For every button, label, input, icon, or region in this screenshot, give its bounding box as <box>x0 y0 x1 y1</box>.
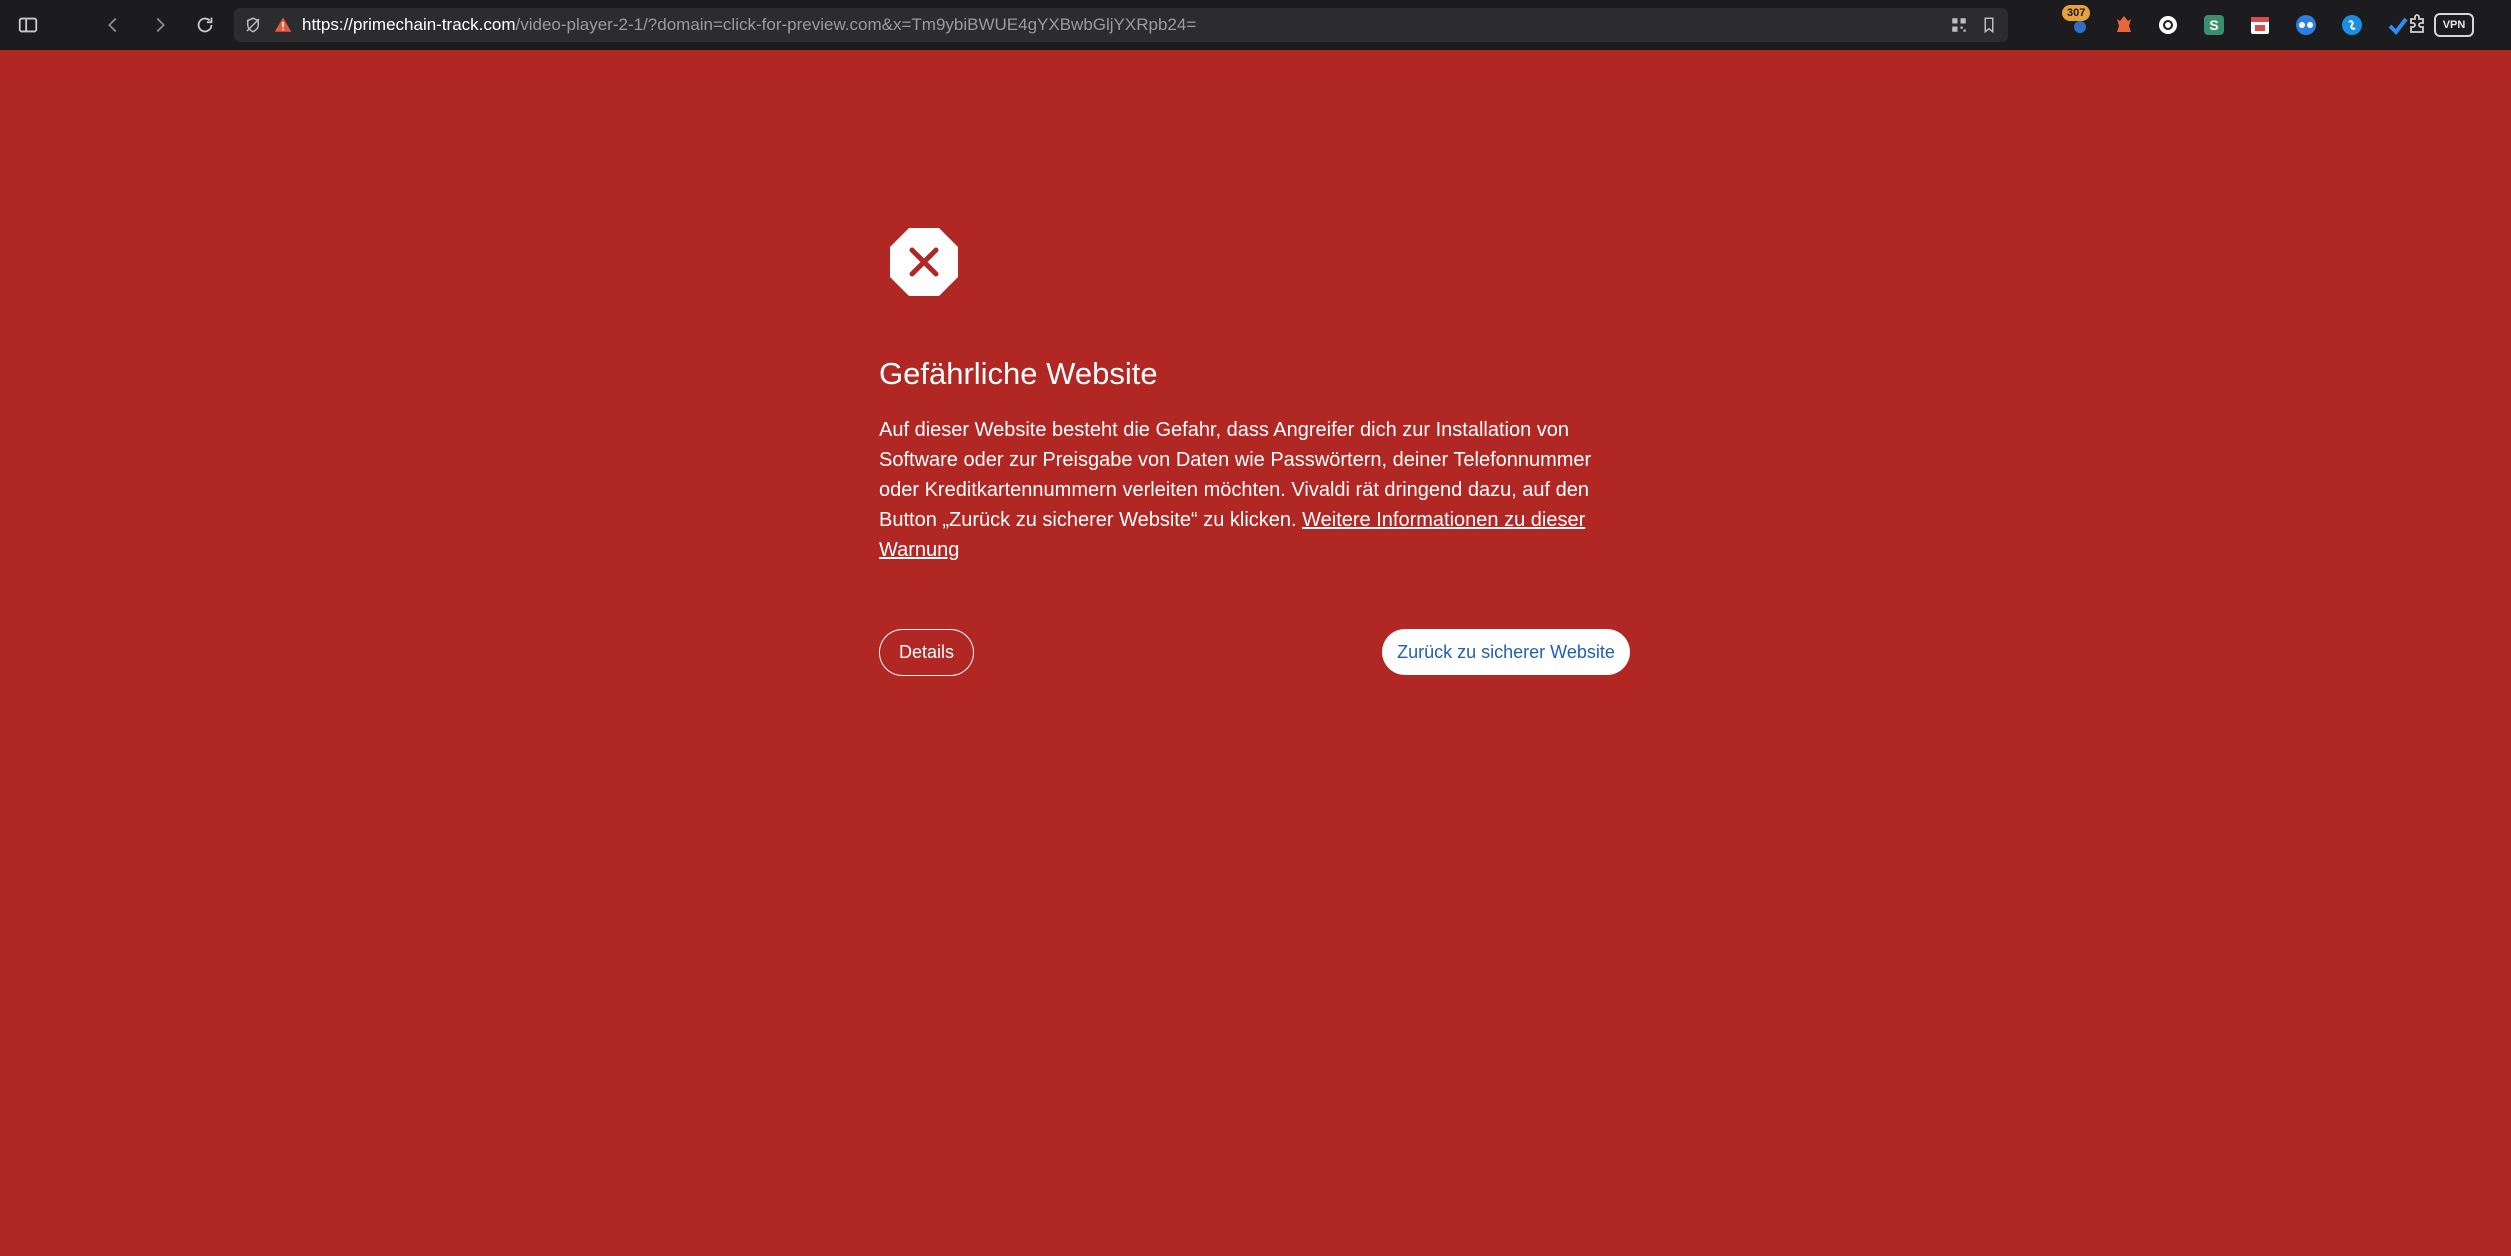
tracker-block-icon[interactable] <box>242 14 264 36</box>
panel-toggle-icon[interactable] <box>10 7 46 43</box>
extensions-puzzle-icon[interactable] <box>2404 11 2432 39</box>
url-text[interactable]: https://primechain-track.com/video-playe… <box>302 8 1196 42</box>
qr-code-icon[interactable] <box>1948 14 1970 36</box>
extension-glasses-icon[interactable] <box>2292 11 2320 39</box>
reload-icon[interactable] <box>187 7 223 43</box>
vpn-button[interactable]: VPN <box>2434 13 2474 37</box>
url-host: https://primechain-track.com <box>302 15 516 34</box>
forward-icon[interactable] <box>142 7 178 43</box>
warning-description: Auf dieser Website besteht die Gefahr, d… <box>879 415 1619 565</box>
browser-toolbar: https://primechain-track.com/video-playe… <box>0 0 2511 50</box>
extension-calendar-icon[interactable] <box>2246 11 2274 39</box>
back-to-safety-button[interactable]: Zurück zu sicherer Website <box>1382 629 1630 675</box>
extension-badge: 307 <box>2062 5 2091 21</box>
warning-triangle-icon[interactable] <box>272 14 294 36</box>
bookmark-icon[interactable] <box>1978 14 2000 36</box>
url-path: /video-player-2-1/?domain=click-for-prev… <box>515 15 1197 34</box>
back-icon[interactable] <box>95 7 131 43</box>
extension-s-icon[interactable]: S <box>2200 11 2228 39</box>
extension-shazam-icon[interactable] <box>2338 11 2366 39</box>
details-button[interactable]: Details <box>879 629 974 676</box>
extension-lens-icon[interactable] <box>2154 11 2182 39</box>
svg-text:S: S <box>2209 17 2218 33</box>
address-bar[interactable]: https://primechain-track.com/video-playe… <box>234 8 2008 42</box>
page-title: Gefährliche Website <box>879 356 1158 391</box>
danger-octagon-icon <box>888 226 960 298</box>
extension-fox-icon[interactable] <box>2110 11 2138 39</box>
